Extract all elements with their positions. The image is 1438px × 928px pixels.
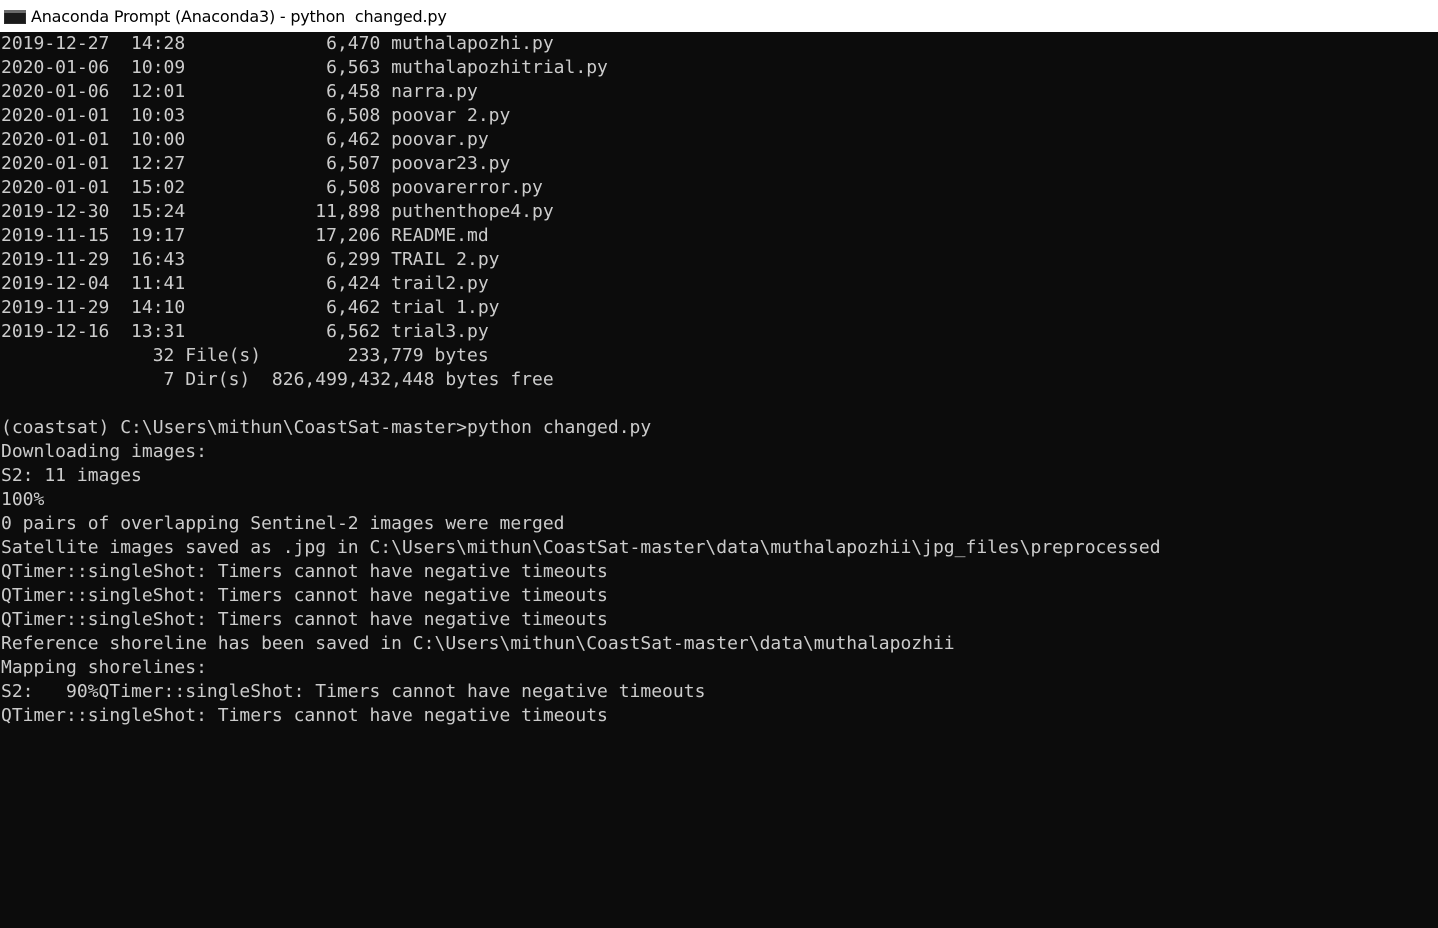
title-bar[interactable]: Anaconda Prompt (Anaconda3) - python cha… <box>0 0 1438 32</box>
console-line: QTimer::singleShot: Timers cannot have n… <box>1 585 608 606</box>
console-output[interactable]: 2019-12-27 14:28 6,470 muthalapozhi.py 20… <box>0 32 1438 928</box>
window-title: Anaconda Prompt (Anaconda3) - python cha… <box>31 6 447 26</box>
anaconda-prompt-window: Anaconda Prompt (Anaconda3) - python cha… <box>0 0 1438 928</box>
console-line: 0 pairs of overlapping Sentinel-2 images… <box>1 513 565 534</box>
console-line: 32 File(s) 233,779 bytes <box>1 345 489 366</box>
console-line: QTimer::singleShot: Timers cannot have n… <box>1 609 608 630</box>
console-line: 7 Dir(s) 826,499,432,448 bytes free <box>1 369 554 390</box>
console-line: S2: 11 images <box>1 465 142 486</box>
console-line: 2020-01-01 15:02 6,508 poovarerror.py <box>1 177 543 198</box>
console-line: 2019-11-15 19:17 17,206 README.md <box>1 225 489 246</box>
console-line: QTimer::singleShot: Timers cannot have n… <box>1 561 608 582</box>
console-line: Reference shoreline has been saved in C:… <box>1 633 955 654</box>
console-line: 2020-01-01 10:00 6,462 poovar.py <box>1 129 489 150</box>
console-line: 2020-01-01 10:03 6,508 poovar 2.py <box>1 105 511 126</box>
console-line: QTimer::singleShot: Timers cannot have n… <box>1 705 608 726</box>
console-line: 2019-12-04 11:41 6,424 trail2.py <box>1 273 489 294</box>
console-icon <box>4 9 26 24</box>
console-line: Downloading images: <box>1 441 207 462</box>
console-line: S2: 90%QTimer::singleShot: Timers cannot… <box>1 681 706 702</box>
console-line: Mapping shorelines: <box>1 657 207 678</box>
console-line: (coastsat) C:\Users\mithun\CoastSat-mast… <box>1 417 652 438</box>
console-line: 100% <box>1 489 45 510</box>
console-line: 2019-12-16 13:31 6,562 trial3.py <box>1 321 489 342</box>
console-line: 2019-11-29 14:10 6,462 trial 1.py <box>1 297 500 318</box>
console-line: 2020-01-01 12:27 6,507 poovar23.py <box>1 153 511 174</box>
console-line: 2019-12-30 15:24 11,898 puthenthope4.py <box>1 201 554 222</box>
console-line: 2019-11-29 16:43 6,299 TRAIL 2.py <box>1 249 500 270</box>
console-line: Satellite images saved as .jpg in C:\Use… <box>1 537 1161 558</box>
console-line: 2020-01-06 12:01 6,458 narra.py <box>1 81 478 102</box>
console-line: 2019-12-27 14:28 6,470 muthalapozhi.py <box>1 33 554 54</box>
console-line: 2020-01-06 10:09 6,563 muthalapozhitrial… <box>1 57 608 78</box>
